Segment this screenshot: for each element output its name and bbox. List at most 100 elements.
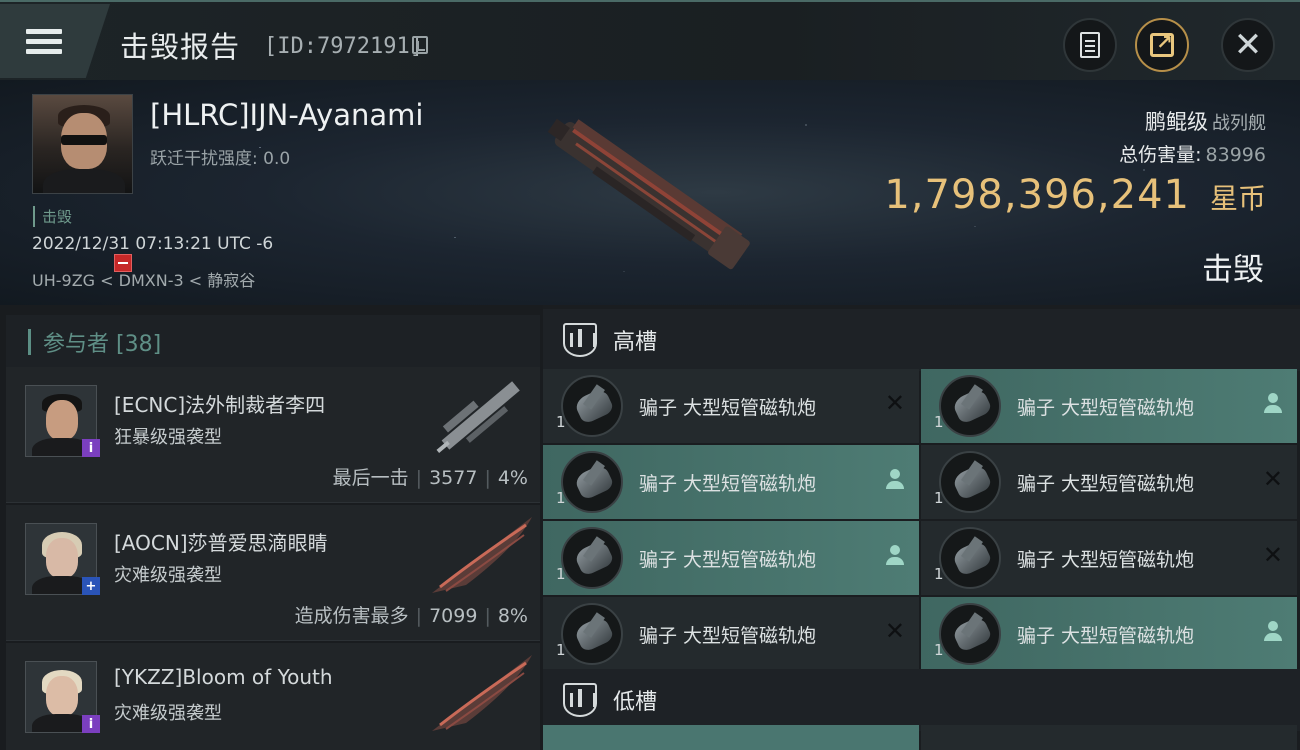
menu-button[interactable] — [0, 4, 110, 78]
module-qty: 1 — [556, 489, 566, 507]
railgun-icon — [561, 527, 623, 589]
participant-ship-render — [432, 517, 532, 593]
railgun-icon — [939, 603, 1001, 665]
module-qty: 1 — [934, 413, 944, 431]
module-name: 骗子 大型短管磁轨炮 — [1017, 397, 1195, 419]
module-name: 骗子 大型短管磁轨炮 — [1017, 549, 1195, 571]
victim-avatar[interactable] — [32, 94, 133, 194]
module-name: 骗子 大型短管磁轨炮 — [639, 473, 817, 495]
page-title: 击毁报告 — [120, 30, 241, 64]
low-slot-icon — [563, 683, 597, 717]
participant-ship-render — [432, 655, 532, 731]
corp-role-badge-icon: i — [82, 439, 100, 457]
corp-role-badge-icon: + — [82, 577, 100, 595]
participant-card[interactable]: + [AOCN]莎普爱思滴眼睛 灾难级强袭型 造成伤害最多 | 7099 | 8% — [6, 505, 540, 641]
participants-panel[interactable]: 参与者 [38] i [ECNC]法外制裁者李四 狂暴级强袭型 最后一击 | 357… — [0, 305, 543, 750]
share-button[interactable] — [1135, 18, 1189, 72]
module-qty: 1 — [934, 565, 944, 583]
participant-card[interactable]: i [ECNC]法外制裁者李四 狂暴级强袭型 最后一击 | 3577 | 4% — [6, 367, 540, 503]
participant-name[interactable]: [AOCN]莎普爱思滴眼睛 — [114, 527, 328, 556]
dropped-person-icon — [1263, 621, 1283, 643]
module-name: 骗子 大型短管磁轨炮 — [1017, 473, 1195, 495]
module-row[interactable]: 1 骗子 大型短管磁轨炮 ✕ — [543, 597, 919, 671]
isk-value: 1,798,396,241 星币 — [884, 172, 1266, 218]
share-external-icon — [1150, 30, 1174, 57]
document-icon — [1080, 32, 1100, 58]
kill-tag: 击毁 — [33, 206, 72, 227]
participant-stats: 造成伤害最多 | 7099 | 8% — [294, 605, 528, 627]
module-row[interactable]: 1 骗子 大型短管磁轨炮 ✕ — [921, 521, 1297, 595]
total-damage-value: 83996 — [1205, 144, 1266, 166]
ship-type: 战列舰 — [1212, 113, 1266, 134]
victim-ship-class: 鹏鲲级 战列舰 — [1145, 106, 1266, 136]
module-qty: 1 — [934, 489, 944, 507]
victim-name[interactable]: [HLRC]IJN-Ayanami — [150, 98, 423, 132]
module-row[interactable]: 1 骗子 大型短管磁轨炮 — [543, 521, 919, 595]
report-button[interactable] — [1063, 18, 1117, 72]
railgun-icon — [561, 451, 623, 513]
module-name: 骗子 大型短管磁轨炮 — [1017, 625, 1195, 647]
ship-name[interactable]: 鹏鲲级 — [1145, 110, 1208, 134]
railgun-icon — [939, 451, 1001, 513]
module-qty: 1 — [556, 641, 566, 659]
copy-icon[interactable] — [412, 36, 428, 54]
participants-count: 参与者 [38] — [43, 332, 162, 357]
module-row[interactable]: 1 骗子 大型短管磁轨炮 — [543, 445, 919, 519]
high-slot-title: 高槽 — [613, 330, 658, 355]
module-qty: 1 — [556, 413, 566, 431]
destroyed-icon: ✕ — [884, 617, 905, 645]
corp-role-badge-icon: i — [82, 715, 100, 733]
hamburger-menu-icon — [26, 24, 62, 59]
accent-bar — [28, 329, 31, 355]
module-name: 骗子 大型短管磁轨炮 — [639, 549, 817, 571]
module-qty: 1 — [934, 641, 944, 659]
kill-timestamp: 2022/12/31 07:13:21 UTC -6 — [32, 234, 274, 254]
damage-percent: 4% — [497, 467, 528, 489]
report-id: [ID:7972191] — [264, 34, 423, 59]
railgun-icon — [939, 375, 1001, 437]
module-row[interactable]: 1 骗子 大型短管磁轨炮 ✕ — [921, 445, 1297, 519]
module-row-partial[interactable] — [543, 725, 919, 750]
total-damage-label: 总伤害量: — [1119, 144, 1202, 166]
railgun-icon — [561, 603, 623, 665]
participant-card[interactable]: i [YKZZ]Bloom of Youth 灾难级强袭型 — [6, 643, 540, 750]
dropped-person-icon — [885, 545, 905, 567]
participant-name[interactable]: [YKZZ]Bloom of Youth — [114, 665, 333, 689]
module-row-partial[interactable] — [921, 725, 1297, 750]
victim-banner: [HLRC]IJN-Ayanami 跃迁干扰强度: 0.0 击毁 2022/12… — [0, 80, 1300, 305]
destroyed-icon: ✕ — [884, 389, 905, 417]
module-row[interactable]: 1 骗子 大型短管磁轨炮 ✕ — [543, 369, 919, 443]
module-row[interactable]: 1 骗子 大型短管磁轨炮 — [921, 597, 1297, 671]
fittings-panel[interactable]: 高槽 1 骗子 大型短管磁轨炮 ✕ 1 骗子 大型短管磁轨炮 1 骗子 大型短管… — [543, 305, 1300, 750]
participants-header: 参与者 [38] — [6, 315, 540, 369]
participant-ship: 灾难级强袭型 — [114, 565, 222, 586]
kill-status: 击毁 — [1202, 252, 1264, 288]
damage-value: 3577 — [429, 467, 478, 489]
kill-location[interactable]: UH-9ZG < DMXN-3 < 静寂谷 — [32, 267, 255, 291]
module-qty: 1 — [556, 565, 566, 583]
isk-unit: 星币 — [1209, 182, 1266, 215]
victim-ship-render — [547, 118, 750, 270]
total-damage: 总伤害量: 83996 — [1119, 140, 1266, 167]
module-name: 骗子 大型短管磁轨炮 — [639, 397, 817, 419]
module-row[interactable]: 1 骗子 大型短管磁轨炮 — [921, 369, 1297, 443]
title-bar: 击毁报告 [ID:7972191] ✕ — [0, 0, 1300, 80]
damage-percent: 8% — [497, 605, 528, 627]
close-button[interactable]: ✕ — [1221, 18, 1275, 72]
participant-stats: 最后一击 | 3577 | 4% — [332, 467, 528, 489]
railgun-icon — [939, 527, 1001, 589]
participant-ship-render — [436, 381, 520, 453]
damage-value: 7099 — [429, 605, 478, 627]
high-slot-header: 高槽 — [543, 309, 1300, 371]
low-slot-header: 低槽 — [543, 669, 1300, 731]
stat-label: 最后一击 — [332, 467, 409, 489]
railgun-icon — [561, 375, 623, 437]
close-icon: ✕ — [1233, 25, 1263, 65]
destroyed-icon: ✕ — [1262, 465, 1283, 493]
participant-name[interactable]: [ECNC]法外制裁者李四 — [114, 389, 325, 418]
warp-disruption-label: 跃迁干扰强度: 0.0 — [150, 149, 291, 169]
low-slot-title: 低槽 — [613, 690, 658, 715]
destroyed-icon: ✕ — [1262, 541, 1283, 569]
participant-ship: 狂暴级强袭型 — [114, 427, 222, 448]
isk-amount: 1,798,396,241 — [884, 172, 1190, 218]
